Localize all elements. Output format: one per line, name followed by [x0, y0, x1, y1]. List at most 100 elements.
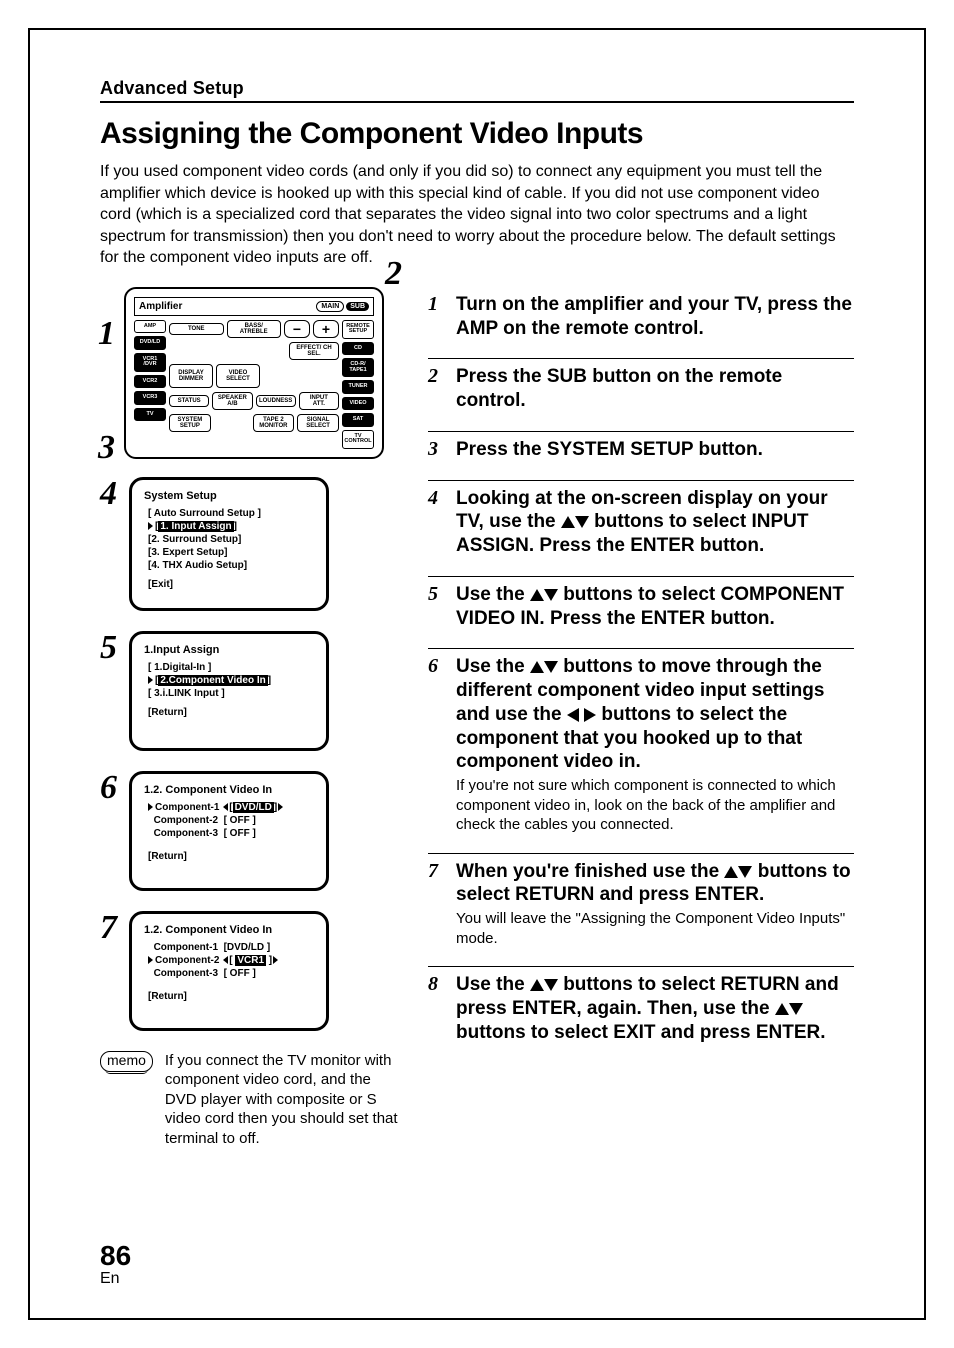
dvd-ld-button: DVD/LD	[134, 336, 166, 350]
video-button: VIDEO	[342, 397, 374, 411]
sub-pill: SUB	[346, 302, 369, 311]
osd4-highlight: 1. Input Assign	[158, 521, 233, 532]
step-title: Use the buttons to select RETURN and pre…	[456, 973, 854, 1044]
osd4-line: [4. THX Audio Setup]	[148, 560, 314, 571]
osd-figure-7: 7 1.2. Component Video In Component-1 [D…	[100, 911, 400, 1031]
tv-button: TV	[134, 408, 166, 422]
section-heading: Advanced Setup	[100, 78, 854, 103]
step-text: Use the	[456, 656, 530, 677]
left-arrow-icon	[223, 956, 228, 964]
sat-button: SAT	[342, 413, 374, 427]
tuner-button: TUNER	[342, 380, 374, 394]
osd6-row3: Component-3 [ OFF ]	[148, 828, 314, 839]
up-arrow-icon	[530, 589, 544, 601]
osd6-label: Component-2	[154, 815, 218, 826]
down-arrow-icon	[544, 979, 558, 991]
step-number: 7	[428, 860, 446, 882]
tone-button: TONE	[169, 323, 224, 335]
minus-button: −	[284, 320, 310, 338]
plus-button: +	[313, 320, 339, 338]
loudness-button: LOUDNESS	[256, 395, 296, 407]
cdr-tape1-button: CD-R/ TAPE1	[342, 358, 374, 377]
osd7-label: Component-1	[154, 942, 218, 953]
cursor-icon	[148, 956, 153, 964]
down-arrow-icon	[575, 516, 589, 528]
osd7-row1: Component-1 [DVD/LD ]	[148, 942, 314, 953]
fig-num-5: 5	[100, 631, 117, 665]
osd6-row1: Component-1 [DVD/LD]	[148, 802, 314, 813]
step-title: Looking at the on-screen display on your…	[456, 487, 854, 558]
osd7-title: 1.2. Component Video In	[144, 924, 314, 936]
osd7-label: Component-2	[155, 955, 219, 966]
step-number: 2	[428, 365, 446, 387]
step-title: Press the SUB button on the remote contr…	[456, 365, 854, 413]
step-7: 7 When you're finished use the buttons t…	[428, 853, 854, 949]
remote-title: Amplifier	[139, 301, 182, 312]
page-number: 86	[100, 1242, 131, 1270]
osd6-value: DVD/LD	[233, 802, 274, 813]
bass-treble-button: BASS/ ATREBLE	[227, 320, 282, 338]
osd5-title: 1.Input Assign	[144, 644, 314, 656]
tape2-monitor-button: TAPE 2 MONITOR	[253, 414, 295, 432]
step-6: 6 Use the buttons to move through the di…	[428, 648, 854, 834]
osd4-line-selected: [1. Input Assign]	[148, 521, 314, 532]
cursor-icon	[148, 522, 153, 530]
step-number: 5	[428, 583, 446, 605]
page-language: En	[100, 1270, 131, 1288]
input-att-button: INPUT ATT.	[299, 392, 339, 410]
manual-page: Advanced Setup Assigning the Component V…	[28, 28, 926, 1320]
step-title: When you're finished use the buttons to …	[456, 860, 854, 908]
callout-2: 2	[385, 257, 402, 291]
step-title: Turn on the amplifier and your TV, press…	[456, 293, 854, 341]
step-title: Use the buttons to select COMPONENT VIDE…	[456, 583, 854, 631]
video-select-button: VIDEO SELECT	[216, 364, 260, 388]
osd-figure-6: 6 1.2. Component Video In Component-1 [D…	[100, 771, 400, 891]
osd4-exit: [Exit]	[148, 579, 314, 590]
speaker-ab-button: SPEAKER A/B	[212, 392, 252, 410]
step-text: buttons to select EXIT and press ENTER.	[456, 1022, 826, 1043]
down-arrow-icon	[544, 589, 558, 601]
content-columns: 2 1 3 Amplifier MAIN SUB AMP DVD/L	[100, 287, 854, 1149]
memo-text: If you connect the TV monitor with compo…	[165, 1051, 400, 1149]
fig-num-6: 6	[100, 771, 117, 805]
osd5-line: [ 1.Digital-In ]	[148, 662, 314, 673]
left-arrow-icon	[223, 803, 228, 811]
page-footer: 86 En	[100, 1242, 131, 1288]
intro-paragraph: If you used component video cords (and o…	[100, 161, 854, 269]
remote-diagram: Amplifier MAIN SUB AMP DVD/LD VCR1 /DVR …	[124, 287, 384, 459]
amp-button: AMP	[134, 320, 166, 334]
step-2: 2 Press the SUB button on the remote con…	[428, 358, 854, 413]
cursor-icon	[148, 803, 153, 811]
left-column: 2 1 3 Amplifier MAIN SUB AMP DVD/L	[100, 287, 400, 1149]
osd6-value: [ OFF ]	[224, 828, 256, 839]
up-arrow-icon	[530, 979, 544, 991]
step-4: 4 Looking at the on-screen display on yo…	[428, 480, 854, 558]
vcr2-button: VCR2	[134, 375, 166, 389]
status-button: STATUS	[169, 395, 209, 407]
right-column: 1 Turn on the amplifier and your TV, pre…	[428, 287, 854, 1149]
down-arrow-icon	[789, 1003, 803, 1015]
vcr1-button: VCR1 /DVR	[134, 353, 166, 372]
osd7-value: VCR1	[235, 955, 266, 966]
step-3: 3 Press the SYSTEM SETUP button.	[428, 431, 854, 462]
step-text: When you're finished use the	[456, 861, 724, 882]
osd4-line: [3. Expert Setup]	[148, 547, 314, 558]
osd4-line: [2. Surround Setup]	[148, 534, 314, 545]
osd-screen-5: 1.Input Assign [ 1.Digital-In ] [2.Compo…	[129, 631, 329, 751]
remote-setup-button: REMOTE SETUP	[342, 320, 374, 339]
callout-1: 1	[98, 317, 115, 351]
right-arrow-icon	[584, 708, 596, 722]
osd6-row2: Component-2 [ OFF ]	[148, 815, 314, 826]
osd6-return: [Return]	[148, 851, 314, 862]
osd7-value: [ OFF ]	[224, 968, 256, 979]
up-arrow-icon	[724, 866, 738, 878]
osd5-line: [ 3.i.LINK Input ]	[148, 688, 314, 699]
osd7-label: Component-3	[154, 968, 218, 979]
up-arrow-icon	[561, 516, 575, 528]
remote-figure: 2 1 3 Amplifier MAIN SUB AMP DVD/L	[100, 287, 400, 459]
step-number: 8	[428, 973, 446, 995]
up-arrow-icon	[530, 661, 544, 673]
right-arrow-icon	[273, 956, 278, 964]
osd6-label: Component-3	[154, 828, 218, 839]
remote-left-side: AMP DVD/LD VCR1 /DVR VCR2 VCR3 TV	[134, 320, 166, 449]
